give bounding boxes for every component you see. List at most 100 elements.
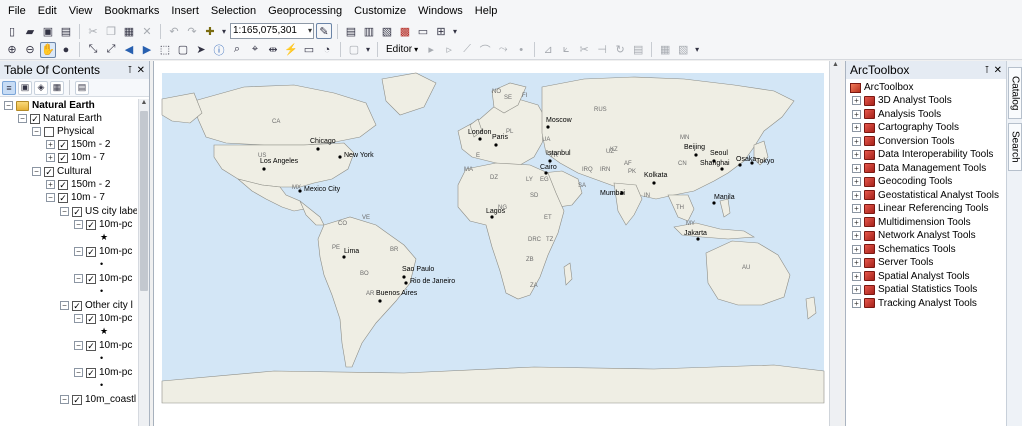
expand-icon[interactable]: + — [46, 153, 55, 162]
create-viewer-icon[interactable]: ▢ — [346, 42, 362, 58]
zoom-out-icon[interactable]: ⊖ — [22, 42, 38, 58]
collapse-icon[interactable]: − — [4, 101, 13, 110]
collapse-icon[interactable]: − — [32, 127, 41, 136]
toc-layer-row[interactable]: − Natural Earth — [4, 99, 95, 112]
add-data-dropdown-icon[interactable]: ▾ — [220, 23, 228, 39]
expand-icon[interactable]: + — [852, 217, 861, 227]
layer-visibility-checkbox[interactable]: ✓ — [86, 246, 96, 257]
rotate-icon[interactable]: ↻ — [612, 42, 628, 58]
menu-selection[interactable]: Selection — [205, 0, 262, 22]
toc-layer-row[interactable]: − ✓ 10m - 7 — [46, 191, 105, 204]
layer-visibility-checkbox[interactable]: ✓ — [86, 219, 96, 230]
toolbox-item[interactable]: + Tracking Analyst Tools — [852, 297, 977, 310]
menu-bookmarks[interactable]: Bookmarks — [98, 0, 165, 22]
layer-visibility-checkbox[interactable]: ✓ — [58, 152, 68, 163]
list-by-drawing-order-icon[interactable]: ≡ — [2, 80, 16, 95]
expand-icon[interactable]: + — [852, 190, 861, 200]
time-slider-icon[interactable]: ◔ — [319, 42, 335, 58]
find-icon[interactable]: ⌕ — [229, 42, 245, 58]
collapse-icon[interactable]: − — [60, 301, 69, 310]
expand-icon[interactable]: + — [852, 298, 861, 308]
toc-layer-row[interactable]: − ✓ Cultural — [32, 165, 91, 178]
toolbox-item[interactable]: ArcToolbox — [850, 81, 913, 94]
toolbox-item[interactable]: + Data Management Tools — [852, 162, 986, 175]
toc-layer-row[interactable]: + ✓ 10m - 7 — [46, 151, 105, 164]
toolbox-item[interactable]: + Schematics Tools — [852, 243, 956, 256]
toolbar-options-icon[interactable]: ▾ — [693, 42, 701, 58]
toc-layer-row[interactable]: − ✓ 10m-pc — [74, 245, 132, 258]
expand-icon[interactable]: + — [852, 163, 861, 173]
editor-toolbar-icon[interactable]: ✎ — [316, 23, 332, 39]
toolbox-item[interactable]: + Spatial Analyst Tools — [852, 270, 970, 283]
delete-icon[interactable]: ✕ — [139, 23, 155, 39]
layer-visibility-checkbox[interactable]: ✓ — [72, 394, 82, 405]
search-window-icon[interactable]: ▧ — [379, 23, 395, 39]
cut-icon[interactable]: ✂ — [85, 23, 101, 39]
pin-icon[interactable]: ⊺ — [984, 65, 989, 76]
expand-icon[interactable]: + — [852, 96, 861, 105]
collapse-icon[interactable]: − — [18, 114, 27, 123]
zoom-in-icon[interactable]: ⊕ — [4, 42, 20, 58]
toc-layer-row[interactable]: − ✓ US city labe — [60, 205, 137, 218]
identify-icon[interactable]: ⓘ — [211, 42, 227, 58]
edit-annotation-icon[interactable]: ▹ — [441, 42, 457, 58]
toc-layer-row[interactable]: + ✓ 150m - 2 — [46, 178, 110, 191]
expand-icon[interactable]: + — [852, 150, 861, 159]
save-icon[interactable]: ▣ — [40, 23, 56, 39]
expand-icon[interactable]: + — [852, 123, 861, 132]
sketch-properties-icon[interactable]: ▦ — [657, 42, 673, 58]
search-tab[interactable]: Search — [1008, 123, 1022, 171]
edit-tool-icon[interactable]: ▸ — [423, 42, 439, 58]
select-features-icon[interactable]: ⬚ — [157, 42, 173, 58]
layer-visibility-checkbox[interactable]: ✓ — [58, 192, 68, 203]
edit-vertices-icon[interactable]: ⊿ — [540, 42, 556, 58]
editor-menu-button[interactable]: Editor ▾ — [383, 44, 421, 55]
python-window-icon[interactable]: ▭ — [415, 23, 431, 39]
measure-icon[interactable]: ⇹ — [265, 42, 281, 58]
menu-help[interactable]: Help — [469, 0, 504, 22]
layer-visibility-checkbox[interactable]: ✓ — [86, 273, 96, 284]
open-icon[interactable]: ▰ — [22, 23, 38, 39]
go-to-xy-icon[interactable]: ⌖ — [247, 42, 263, 58]
layer-visibility-checkbox[interactable]: ✓ — [72, 300, 82, 311]
collapse-icon[interactable]: − — [74, 220, 83, 229]
menu-file[interactable]: File — [2, 0, 32, 22]
layer-visibility-checkbox[interactable]: ✓ — [58, 139, 68, 150]
menu-geoprocessing[interactable]: Geoprocessing — [262, 0, 348, 22]
collapse-icon[interactable]: − — [60, 207, 69, 216]
toolbox-item[interactable]: + Cartography Tools — [852, 121, 959, 134]
layer-visibility-checkbox[interactable]: ✓ — [86, 340, 96, 351]
expand-icon[interactable]: + — [852, 177, 861, 186]
paste-icon[interactable]: ▦ — [121, 23, 137, 39]
full-extent-icon[interactable]: ● — [58, 42, 74, 58]
clear-selection-icon[interactable]: ▢ — [175, 42, 191, 58]
list-by-visibility-icon[interactable]: ◈ — [34, 80, 48, 95]
toc-scrollbar[interactable]: ▲ — [138, 99, 149, 426]
create-features-icon[interactable]: ▧ — [675, 42, 691, 58]
redo-icon[interactable]: ↷ — [184, 23, 200, 39]
collapse-icon[interactable]: − — [74, 314, 83, 323]
toc-layer-row[interactable]: − ✓ 10m-pc — [74, 339, 132, 352]
model-builder-icon[interactable]: ⊞ — [433, 23, 449, 39]
toolbox-item[interactable]: + Multidimension Tools — [852, 216, 971, 229]
expand-icon[interactable]: + — [852, 231, 861, 240]
toc-layer-row[interactable]: − ✓ Natural Earth — [18, 112, 102, 125]
collapse-icon[interactable]: − — [60, 395, 69, 404]
menu-windows[interactable]: Windows — [412, 0, 469, 22]
toc-layer-row[interactable]: + ✓ 150m - 2 — [46, 138, 110, 151]
toolbar-options-icon[interactable]: ▾ — [364, 42, 372, 58]
expand-icon[interactable]: + — [852, 271, 861, 281]
toc-layer-row[interactable]: − ✓ 10m_coastl — [60, 393, 136, 406]
attributes-icon[interactable]: ▤ — [630, 42, 646, 58]
toc-options-icon[interactable]: ▤ — [75, 80, 89, 95]
list-by-selection-icon[interactable]: ▦ — [50, 80, 64, 95]
expand-icon[interactable]: + — [852, 258, 861, 267]
pan-icon[interactable]: ✋ — [40, 41, 56, 58]
html-popup-icon[interactable]: ▭ — [301, 42, 317, 58]
map-scrollbar[interactable]: ▲ — [829, 61, 841, 426]
toolbar-options-icon[interactable]: ▾ — [451, 23, 459, 39]
layer-visibility-checkbox[interactable] — [44, 126, 54, 137]
toolbox-item[interactable]: + Analysis Tools — [852, 108, 941, 121]
table-of-contents-window-icon[interactable]: ▤ — [343, 23, 359, 39]
expand-icon[interactable]: + — [46, 140, 55, 149]
